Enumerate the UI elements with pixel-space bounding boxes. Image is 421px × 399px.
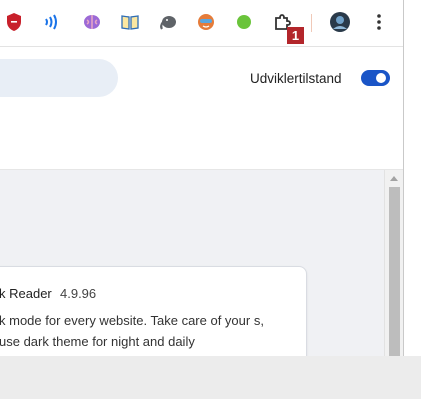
- shield-icon[interactable]: [2, 10, 26, 34]
- scroll-up-arrow[interactable]: [390, 176, 398, 181]
- extension-badge: 1: [287, 27, 304, 44]
- extension-card: k Reader 4.9.96 k mode for every website…: [0, 266, 307, 356]
- scrollbar[interactable]: [384, 170, 403, 356]
- browser-window: 1 Udviklertilstand k Reader 4.9.96 k mod…: [0, 0, 403, 356]
- more-vert-icon[interactable]: [367, 10, 391, 34]
- elephant-icon[interactable]: [156, 10, 180, 34]
- book-icon[interactable]: [118, 10, 142, 34]
- profile-avatar-icon[interactable]: [328, 10, 352, 34]
- search-input[interactable]: [0, 59, 118, 97]
- face-icon[interactable]: [194, 10, 218, 34]
- extensions-list-area: k Reader 4.9.96 k mode for every website…: [0, 170, 384, 356]
- dev-mode-label: Udviklertilstand: [250, 71, 342, 86]
- background-window: [404, 0, 421, 356]
- dev-mode-toggle[interactable]: [361, 70, 390, 86]
- extension-version: 4.9.96: [60, 286, 97, 301]
- extension-description: k mode for every website. Take care of y…: [0, 313, 264, 349]
- green-dot-icon[interactable]: [232, 10, 256, 34]
- browser-toolbar: 1: [0, 0, 403, 47]
- extension-title: k Reader: [0, 286, 52, 301]
- wave-icon[interactable]: [38, 10, 62, 34]
- toolbar-separator: [311, 14, 312, 32]
- extensions-header: Udviklertilstand: [0, 47, 403, 170]
- scroll-thumb[interactable]: [389, 187, 400, 356]
- brain-icon[interactable]: [80, 10, 104, 34]
- toggle-knob: [376, 73, 386, 83]
